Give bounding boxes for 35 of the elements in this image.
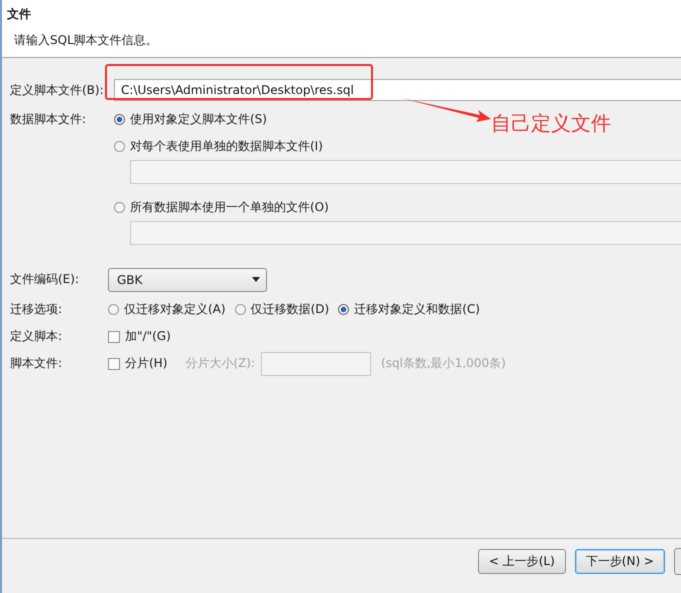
hint-text: (sql条数,最小1,000条): [381, 355, 506, 372]
radio-button[interactable]: [114, 202, 125, 213]
radio-button[interactable]: [338, 304, 350, 315]
page-title: 文件: [7, 6, 32, 23]
option-label: 仅迁移对象定义(A): [124, 301, 226, 318]
option-label: 使用对象定义脚本文件(S): [130, 111, 267, 128]
field-label: 迁移选项:: [10, 301, 64, 318]
checkbox-label: 分片(H): [125, 355, 168, 372]
wizard-button[interactable]: [674, 548, 681, 575]
field-label: 定义脚本:: [10, 328, 64, 345]
field-label: 脚本文件:: [10, 355, 64, 372]
wizard-button[interactable]: 下一步(N) >: [574, 549, 665, 574]
option-label: 仅迁移数据(D): [250, 301, 330, 318]
field-label: 分片大小(Z):: [185, 355, 256, 372]
page-subtitle: 请输入SQL脚本文件信息。: [14, 32, 159, 49]
radio-button[interactable]: [114, 141, 125, 152]
option-label: 对每个表使用单独的数据脚本文件(I): [130, 138, 323, 155]
annotation-text: 自己定义文件: [491, 110, 611, 137]
option-label: 所有数据脚本使用一个单独的文件(O): [130, 199, 329, 216]
option-label: 迁移对象定义和数据(C): [354, 301, 480, 318]
checkbox[interactable]: [108, 358, 120, 370]
input-field[interactable]: [130, 221, 681, 245]
wizard-button[interactable]: < 上一步(L): [478, 549, 566, 574]
dropdown[interactable]: GBK: [108, 268, 267, 292]
field-label: 文件编码(E):: [10, 271, 80, 288]
radio-button[interactable]: [234, 304, 246, 315]
field-label: 定义脚本文件(B):: [10, 82, 105, 98]
radio-button[interactable]: [114, 114, 125, 125]
checkbox[interactable]: [108, 330, 120, 342]
input-field[interactable]: C:\Users\Administrator\Desktop\res.sql: [114, 79, 681, 101]
input-field[interactable]: [130, 160, 681, 184]
radio-button[interactable]: [108, 304, 119, 315]
caret-icon: [252, 277, 260, 282]
field-label: 数据脚本文件:: [10, 111, 88, 128]
checkbox-label: 加"/"(G): [125, 328, 171, 345]
